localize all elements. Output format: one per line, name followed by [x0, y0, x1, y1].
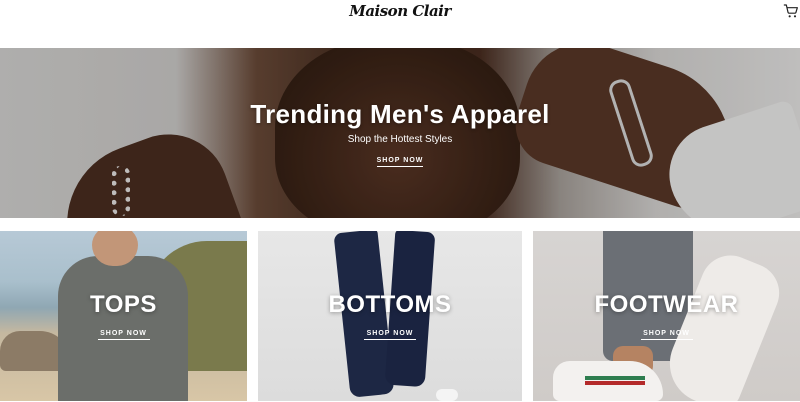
bottoms-shop-now-link[interactable]: SHOP NOW: [364, 330, 416, 340]
tile-image-model-shirt: [58, 256, 188, 401]
tops-shop-now-link[interactable]: SHOP NOW: [97, 330, 150, 340]
tile-image-sneaker-red-stripe: [585, 381, 645, 385]
category-tile-footwear[interactable]: FOOTWEAR SHOP NOW: [533, 231, 800, 401]
hero-title: Trending Men's Apparel: [250, 99, 550, 129]
hero-subtitle: Shop the Hottest Styles: [347, 134, 453, 145]
category-tile-bottoms[interactable]: BOTTOMS SHOP NOW: [258, 231, 522, 401]
hero-text-block: Trending Men's Apparel Shop the Hottest …: [0, 98, 800, 167]
category-tile-tops[interactable]: TOPS SHOP NOW: [0, 231, 247, 401]
brand-logo[interactable]: Maison Clair: [340, 0, 460, 22]
footwear-shop-now-link[interactable]: SHOP NOW: [640, 330, 693, 340]
category-title-tops: TOPS: [90, 291, 157, 318]
category-title-bottoms: BOTTOMS: [328, 291, 452, 318]
hero-banner[interactable]: Trending Men's Apparel Shop the Hottest …: [0, 48, 800, 218]
hero-shop-now-link[interactable]: SHOP NOW: [376, 157, 424, 167]
category-title-footwear: FOOTWEAR: [594, 291, 739, 318]
tile-image-shoe: [436, 389, 458, 401]
site-header: Maison Clair: [0, 0, 800, 48]
shopping-cart-icon[interactable]: [783, 3, 799, 19]
tile-image-sneaker-green-stripe: [585, 376, 645, 380]
